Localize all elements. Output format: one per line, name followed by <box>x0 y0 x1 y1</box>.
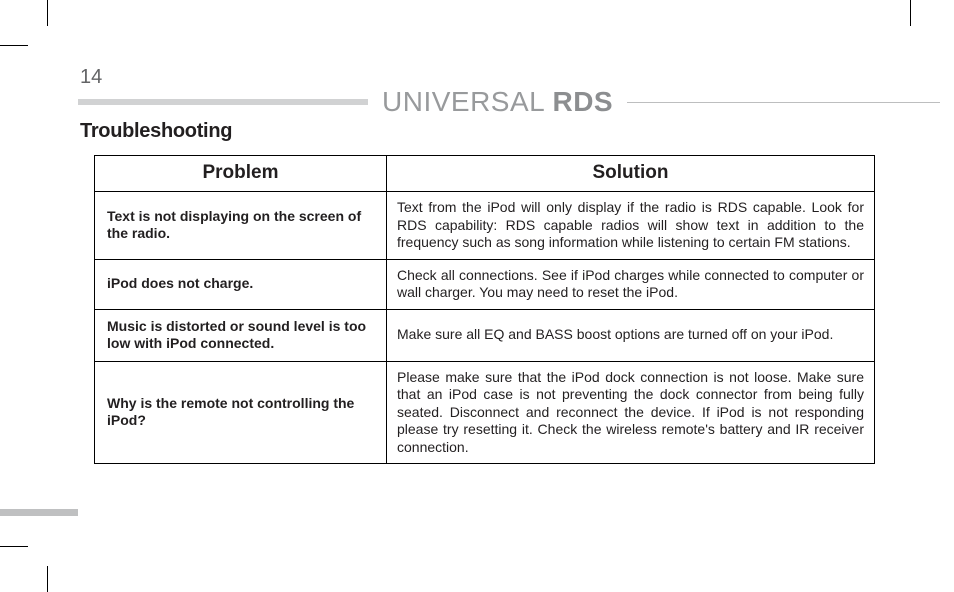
table-header-row: Problem Solution <box>95 156 875 192</box>
solution-cell: Make sure all EQ and BASS boost options … <box>387 309 875 361</box>
header-title-row: UNIVERSAL RDS <box>78 86 940 118</box>
crop-mark <box>0 546 28 547</box>
footer-accent-bar <box>0 509 78 516</box>
title-light: UNIVERSAL <box>382 86 552 117</box>
problem-cell: Music is distorted or sound level is too… <box>95 309 387 361</box>
solution-cell: Please make sure that the iPod dock conn… <box>387 361 875 464</box>
table-row: Music is distorted or sound level is too… <box>95 309 875 361</box>
troubleshooting-table: Problem Solution Text is not displaying … <box>94 155 875 464</box>
section-title: Troubleshooting <box>80 120 232 143</box>
rule-left <box>78 99 368 105</box>
table-row: iPod does not charge. Check all connecti… <box>95 259 875 309</box>
rule-right <box>627 102 940 103</box>
title-bold: RDS <box>552 86 613 117</box>
crop-mark <box>47 566 48 592</box>
crop-mark <box>47 0 48 26</box>
problem-cell: Why is the remote not controlling the iP… <box>95 361 387 464</box>
solution-cell: Check all connections. See if iPod charg… <box>387 259 875 309</box>
table-row: Text is not displaying on the screen of … <box>95 192 875 260</box>
solution-cell: Text from the iPod will only display if … <box>387 192 875 260</box>
col-header-problem: Problem <box>95 156 387 192</box>
problem-cell: iPod does not charge. <box>95 259 387 309</box>
crop-mark <box>910 0 911 26</box>
problem-cell: Text is not displaying on the screen of … <box>95 192 387 260</box>
table-row: Why is the remote not controlling the iP… <box>95 361 875 464</box>
crop-mark <box>0 45 28 46</box>
col-header-solution: Solution <box>387 156 875 192</box>
document-title: UNIVERSAL RDS <box>368 86 627 118</box>
